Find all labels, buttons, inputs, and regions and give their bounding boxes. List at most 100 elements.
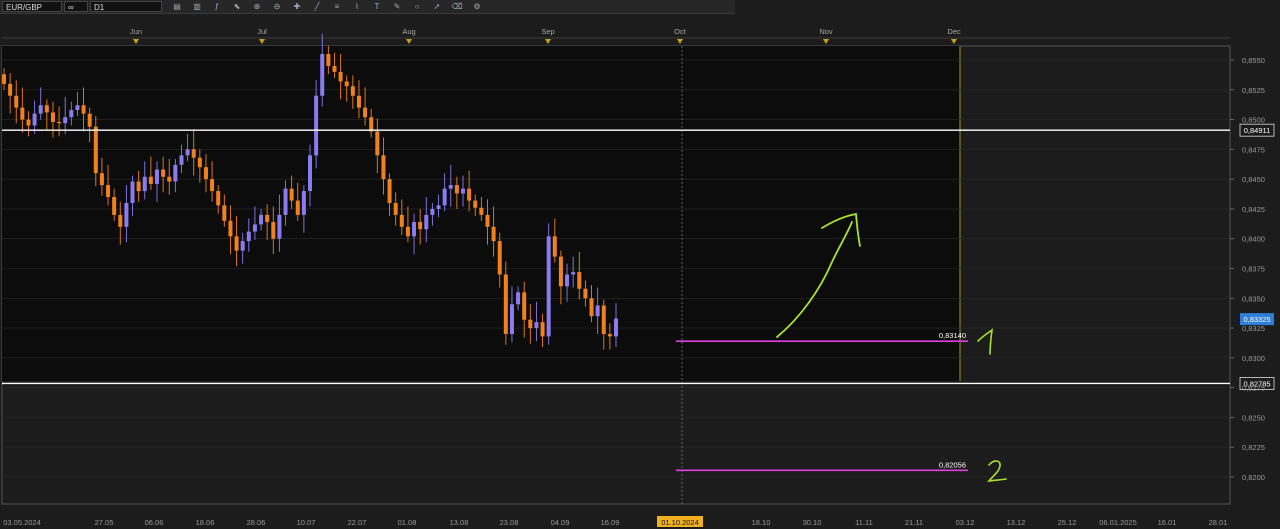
candle-body	[69, 110, 74, 118]
candle-body	[99, 173, 104, 186]
candle-body	[118, 214, 123, 227]
candle-body	[301, 191, 306, 215]
candle-body	[26, 119, 31, 126]
y-tick-label: 0,8525	[1242, 86, 1265, 95]
month-label: Sep	[541, 27, 554, 36]
candle-body	[234, 236, 239, 251]
candle-body	[63, 117, 68, 124]
crosshair-icon[interactable]: ✚	[290, 1, 304, 12]
x-tick-label: 03.05.2024	[3, 518, 41, 527]
candle-body	[418, 222, 423, 230]
x-tick-label: 21.11	[905, 518, 923, 527]
x-tick-label: 03.12	[956, 518, 975, 527]
candle-body	[528, 319, 533, 329]
candle-body	[522, 292, 527, 320]
tool-buttons: ▤ ▥ ƒ ⬉ ⊕ ⊖ ✚ ╱ ≡ ⌇ T ✎ ○ ➚ ⌫ ⚙	[170, 1, 484, 12]
candle-body	[8, 83, 13, 96]
line-icon[interactable]: ╱	[310, 1, 324, 12]
candle-body	[106, 185, 111, 198]
pencil-icon[interactable]: ✎	[390, 1, 404, 12]
candle-body	[503, 274, 508, 335]
candle-body	[607, 334, 612, 337]
x-tick-label: 18.06	[196, 518, 215, 527]
x-tick-label: 30.10	[803, 518, 822, 527]
candle-body	[363, 107, 368, 118]
x-tick-label: 10.07	[297, 518, 316, 527]
month-label: Dec	[947, 27, 961, 36]
candle-body	[467, 188, 472, 201]
candle-body	[228, 220, 233, 237]
zoom-out-icon[interactable]: ⊖	[270, 1, 284, 12]
price-chart[interactable]: Jun Jul Aug Sep Oct Nov Dec 0,84911 0,83325 0,82…	[0, 0, 1280, 529]
candle-body	[265, 214, 270, 223]
toolbar: EUR/GBP ∞ D1 ▤ ▥ ƒ ⬉ ⊕ ⊖ ✚ ╱ ≡ ⌇ T ✎ ○ ➚ ⌫ ⚙	[0, 0, 735, 14]
shapes-icon[interactable]: ○	[410, 1, 424, 12]
candle-body	[461, 188, 465, 194]
candle-body	[167, 176, 172, 182]
candle-body	[191, 149, 196, 158]
month-label: Nov	[819, 27, 833, 36]
candle-body	[57, 121, 62, 124]
x-tick-label: 06.06	[145, 518, 164, 527]
eraser-icon[interactable]: ⌫	[450, 1, 464, 12]
candles-icon[interactable]: ▥	[190, 1, 204, 12]
x-tick-label: 28.01	[1209, 518, 1228, 527]
candle-body	[246, 231, 251, 242]
candle-body	[222, 205, 227, 221]
candle-body	[614, 318, 618, 337]
candle-body	[399, 214, 404, 227]
candle-body	[81, 105, 86, 114]
candle-body	[424, 214, 429, 230]
candle-body	[289, 188, 294, 201]
x-tick-label: 27.05	[95, 518, 114, 527]
y-tick-label: 0,8550	[1242, 56, 1265, 65]
candle-body	[277, 214, 282, 239]
text-icon[interactable]: T	[370, 1, 384, 12]
y-tick-label: 0,8475	[1242, 145, 1265, 154]
candle-body	[540, 322, 545, 337]
candle-body	[130, 181, 135, 203]
candle-body	[326, 54, 331, 66]
x-tick-label: 01.08	[398, 518, 417, 527]
x-tick-label: 25.12	[1058, 518, 1077, 527]
y-tick-label: 0,8450	[1242, 175, 1265, 184]
candle-body	[430, 208, 435, 215]
candle-body	[20, 107, 25, 120]
candle-body	[479, 207, 484, 215]
candle-body	[50, 112, 55, 122]
candle-body	[546, 236, 551, 337]
fib-icon[interactable]: ⌇	[350, 1, 364, 12]
candle-body	[583, 288, 588, 299]
y-tick-label: 0,8350	[1242, 294, 1265, 303]
link-icon[interactable]: ∞	[64, 1, 88, 12]
indicators-icon[interactable]: ƒ	[210, 1, 224, 12]
y-tick-label: 0,8275	[1242, 384, 1265, 393]
candle-body	[259, 214, 264, 225]
candle-body	[271, 222, 276, 239]
candle-body	[38, 105, 43, 114]
x-tick-label: 18.10	[752, 518, 771, 527]
y-tick-label: 0,8425	[1242, 205, 1265, 214]
timeframe-select[interactable]: D1	[90, 1, 162, 12]
x-tick-label: 28.06	[247, 518, 266, 527]
current-price-label: 0,83325	[1243, 315, 1270, 324]
x-tick-label: 23.08	[500, 518, 519, 527]
y-tick-label: 0,8300	[1242, 354, 1265, 363]
cursor-icon[interactable]: ⬉	[230, 1, 244, 12]
arrow-icon[interactable]: ➚	[430, 1, 444, 12]
x-tick-label: 11.11	[855, 518, 873, 527]
channel-icon[interactable]: ≡	[330, 1, 344, 12]
month-label: Jul	[257, 27, 267, 36]
candle-body	[516, 292, 521, 305]
candle-body	[412, 222, 417, 237]
settings-icon[interactable]: ⚙	[470, 1, 484, 12]
symbol-select[interactable]: EUR/GBP	[2, 1, 62, 12]
candle-body	[216, 191, 221, 206]
candle-body	[75, 105, 80, 111]
candle-body	[565, 274, 570, 287]
zoom-in-icon[interactable]: ⊕	[250, 1, 264, 12]
candle-body	[589, 298, 594, 317]
candle-body	[124, 202, 129, 227]
price-tag-label: 0,84911	[1244, 126, 1271, 135]
chart-type-icon[interactable]: ▤	[170, 1, 184, 12]
